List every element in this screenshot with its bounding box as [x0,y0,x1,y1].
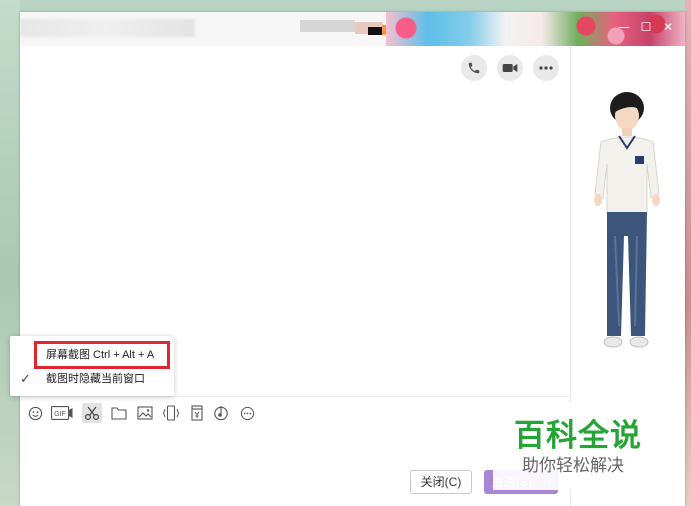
menu-item-hide-window-label: 截图时隐藏当前窗口 [46,373,145,385]
screenshot-button[interactable] [82,403,102,423]
music-icon [214,406,228,421]
red-packet-icon [191,405,203,421]
emoji-button[interactable] [25,403,45,423]
close-button[interactable]: 关闭(C) [410,470,472,494]
minimize-button[interactable]: — [616,20,632,34]
gif-button[interactable]: GIF [50,403,74,423]
menu-item-hide-window[interactable]: ✓ 截图时隐藏当前窗口 [10,368,174,390]
red-highlight-box [34,341,170,369]
watermark-title: 百科全说 [514,418,642,454]
watermark-subtitle: 助你轻松解决 [522,456,624,476]
svg-text:GIF: GIF [54,411,66,418]
message-input[interactable] [20,430,570,506]
close-window-button[interactable]: ✕ [660,20,676,34]
more-options-button[interactable] [533,55,559,81]
phone-icon [468,62,480,74]
gif-icon: GIF [51,406,73,420]
more-icon [539,66,553,70]
desktop-background [0,0,20,506]
status-blurred [300,20,355,32]
music-button[interactable] [211,403,231,423]
video-icon [502,64,518,72]
send-image-button[interactable] [135,403,155,423]
voice-call-button[interactable] [461,55,487,81]
folder-icon [111,407,127,420]
input-toolbar: GIF [20,396,570,430]
scissors-icon [84,406,100,421]
emoji-icon [28,406,42,420]
more-icon [240,406,254,420]
shake-button[interactable] [161,403,181,423]
contact-name-blurred [20,19,195,37]
image-icon [137,406,153,420]
mosaic-mark [368,27,382,35]
avatar-figure [594,92,660,348]
red-packet-button[interactable] [187,403,207,423]
maximize-button[interactable]: ☐ [638,20,654,34]
title-bar[interactable]: — ☐ ✕ [20,12,685,46]
video-call-button[interactable] [497,55,523,81]
send-file-button[interactable] [109,403,129,423]
desktop-background-right [685,0,691,506]
check-icon: ✓ [20,371,31,386]
toolbar-more-button[interactable] [237,403,257,423]
shake-icon [162,405,180,421]
